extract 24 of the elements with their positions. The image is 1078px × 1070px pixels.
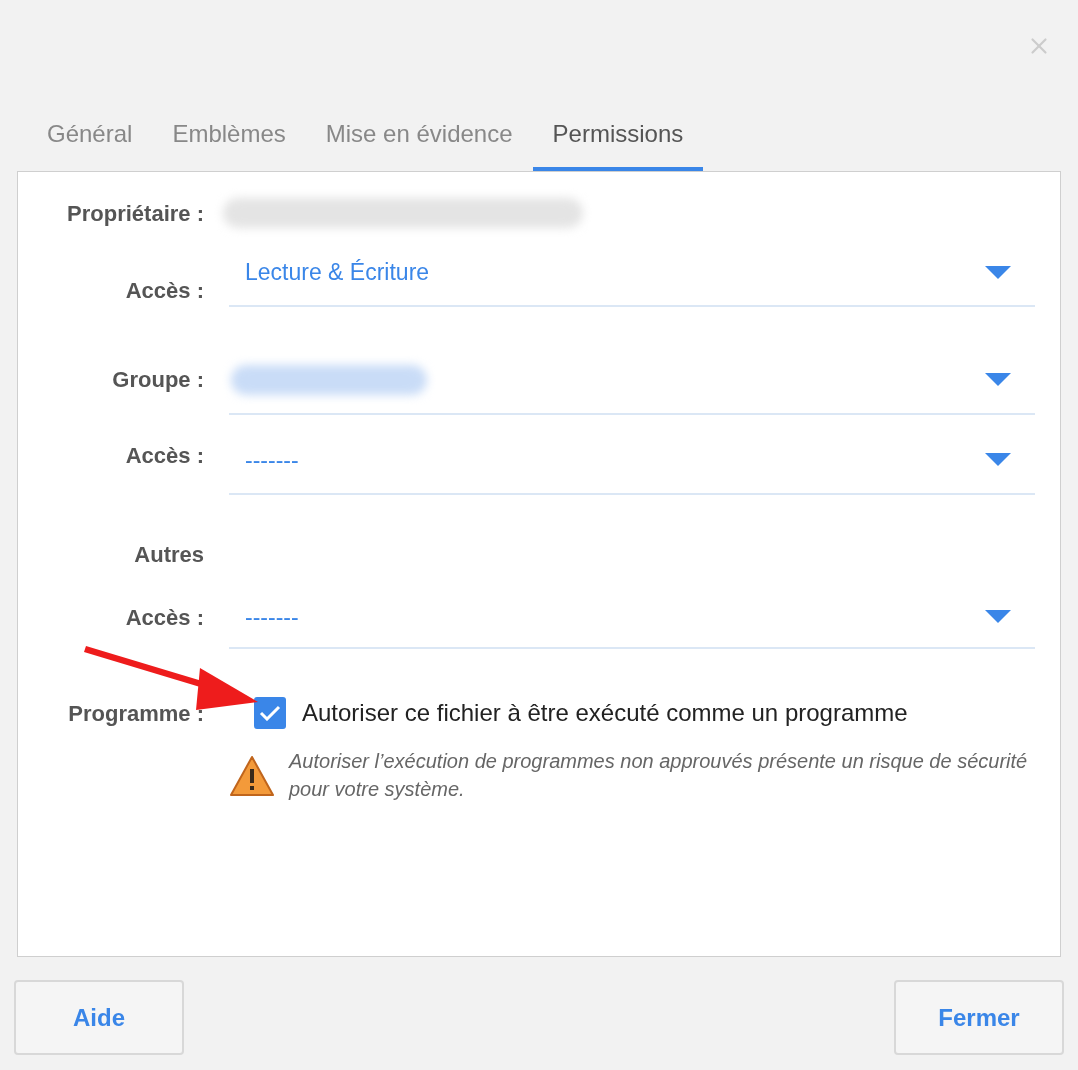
section-heading: Autres xyxy=(134,541,204,567)
dropdown-field[interactable]: ------- xyxy=(229,415,1035,495)
tab[interactable]: Général xyxy=(27,100,153,171)
field-label: Groupe : xyxy=(112,366,204,392)
warning-text: Autoriser l’exécution de programmes non approuvés présente un risque de sécurité pour votre système. xyxy=(289,749,1029,802)
checkbox[interactable] xyxy=(254,697,286,729)
field-label: Accès : xyxy=(125,442,204,468)
dropdown-field[interactable]: Lecture & Écriture xyxy=(229,234,1035,307)
tab[interactable]: Emblèmes xyxy=(152,100,306,171)
dropdown-arrow-icon xyxy=(985,453,1011,467)
dialog-button[interactable]: Aide xyxy=(14,980,184,1055)
dropdown-arrow-icon xyxy=(985,373,1011,387)
dropdown-arrow-icon xyxy=(985,610,1011,624)
warning-icon xyxy=(229,755,275,797)
dropdown-field[interactable]: ------- xyxy=(229,585,1035,649)
dialog-button[interactable]: Fermer xyxy=(894,980,1064,1055)
field-label: Accès : xyxy=(125,278,204,303)
field-label: Propriétaire : xyxy=(67,200,204,226)
checkbox-label[interactable]: Autoriser ce fichier à être exécuté comme un programme xyxy=(302,695,908,731)
tab[interactable]: Mise en évidence xyxy=(305,100,533,171)
field-label: Programme : xyxy=(68,700,204,726)
dropdown-arrow-icon xyxy=(985,265,1011,280)
checkmark-icon xyxy=(259,705,281,721)
field-label: Accès : xyxy=(125,604,204,630)
